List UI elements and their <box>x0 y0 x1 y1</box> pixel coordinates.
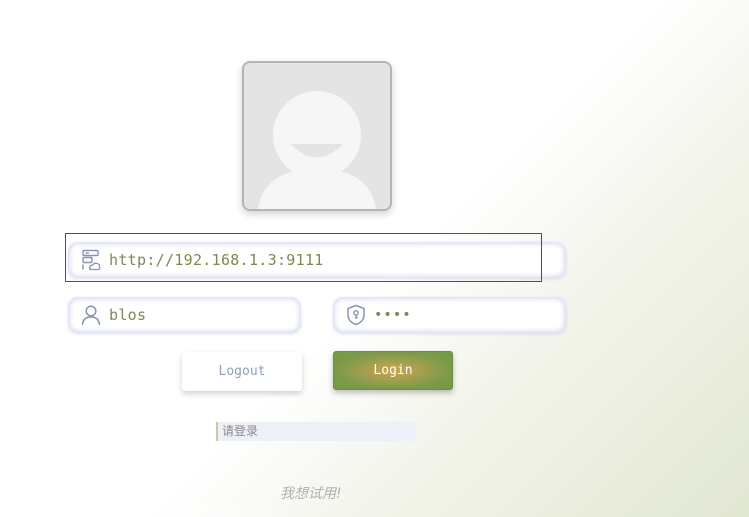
background-fade <box>0 505 749 517</box>
username-value: blos <box>109 306 147 324</box>
avatar <box>242 61 392 211</box>
trial-link[interactable]: 我想试用! <box>280 483 342 503</box>
password-value: •••• <box>374 307 412 323</box>
user-icon <box>80 304 102 326</box>
server-address-value: http://192.168.1.3:9111 <box>109 251 324 269</box>
login-status-text: 请登录 <box>216 422 416 441</box>
login-button[interactable]: Login <box>333 351 453 390</box>
logout-button[interactable]: Logout <box>182 352 302 391</box>
server-cloud-icon <box>80 249 102 271</box>
default-avatar-icon <box>244 63 390 209</box>
server-address-field[interactable]: http://192.168.1.3:9111 <box>68 242 566 278</box>
username-field[interactable]: blos <box>68 297 301 333</box>
password-field[interactable]: •••• <box>333 297 566 333</box>
shield-key-icon <box>345 304 367 326</box>
